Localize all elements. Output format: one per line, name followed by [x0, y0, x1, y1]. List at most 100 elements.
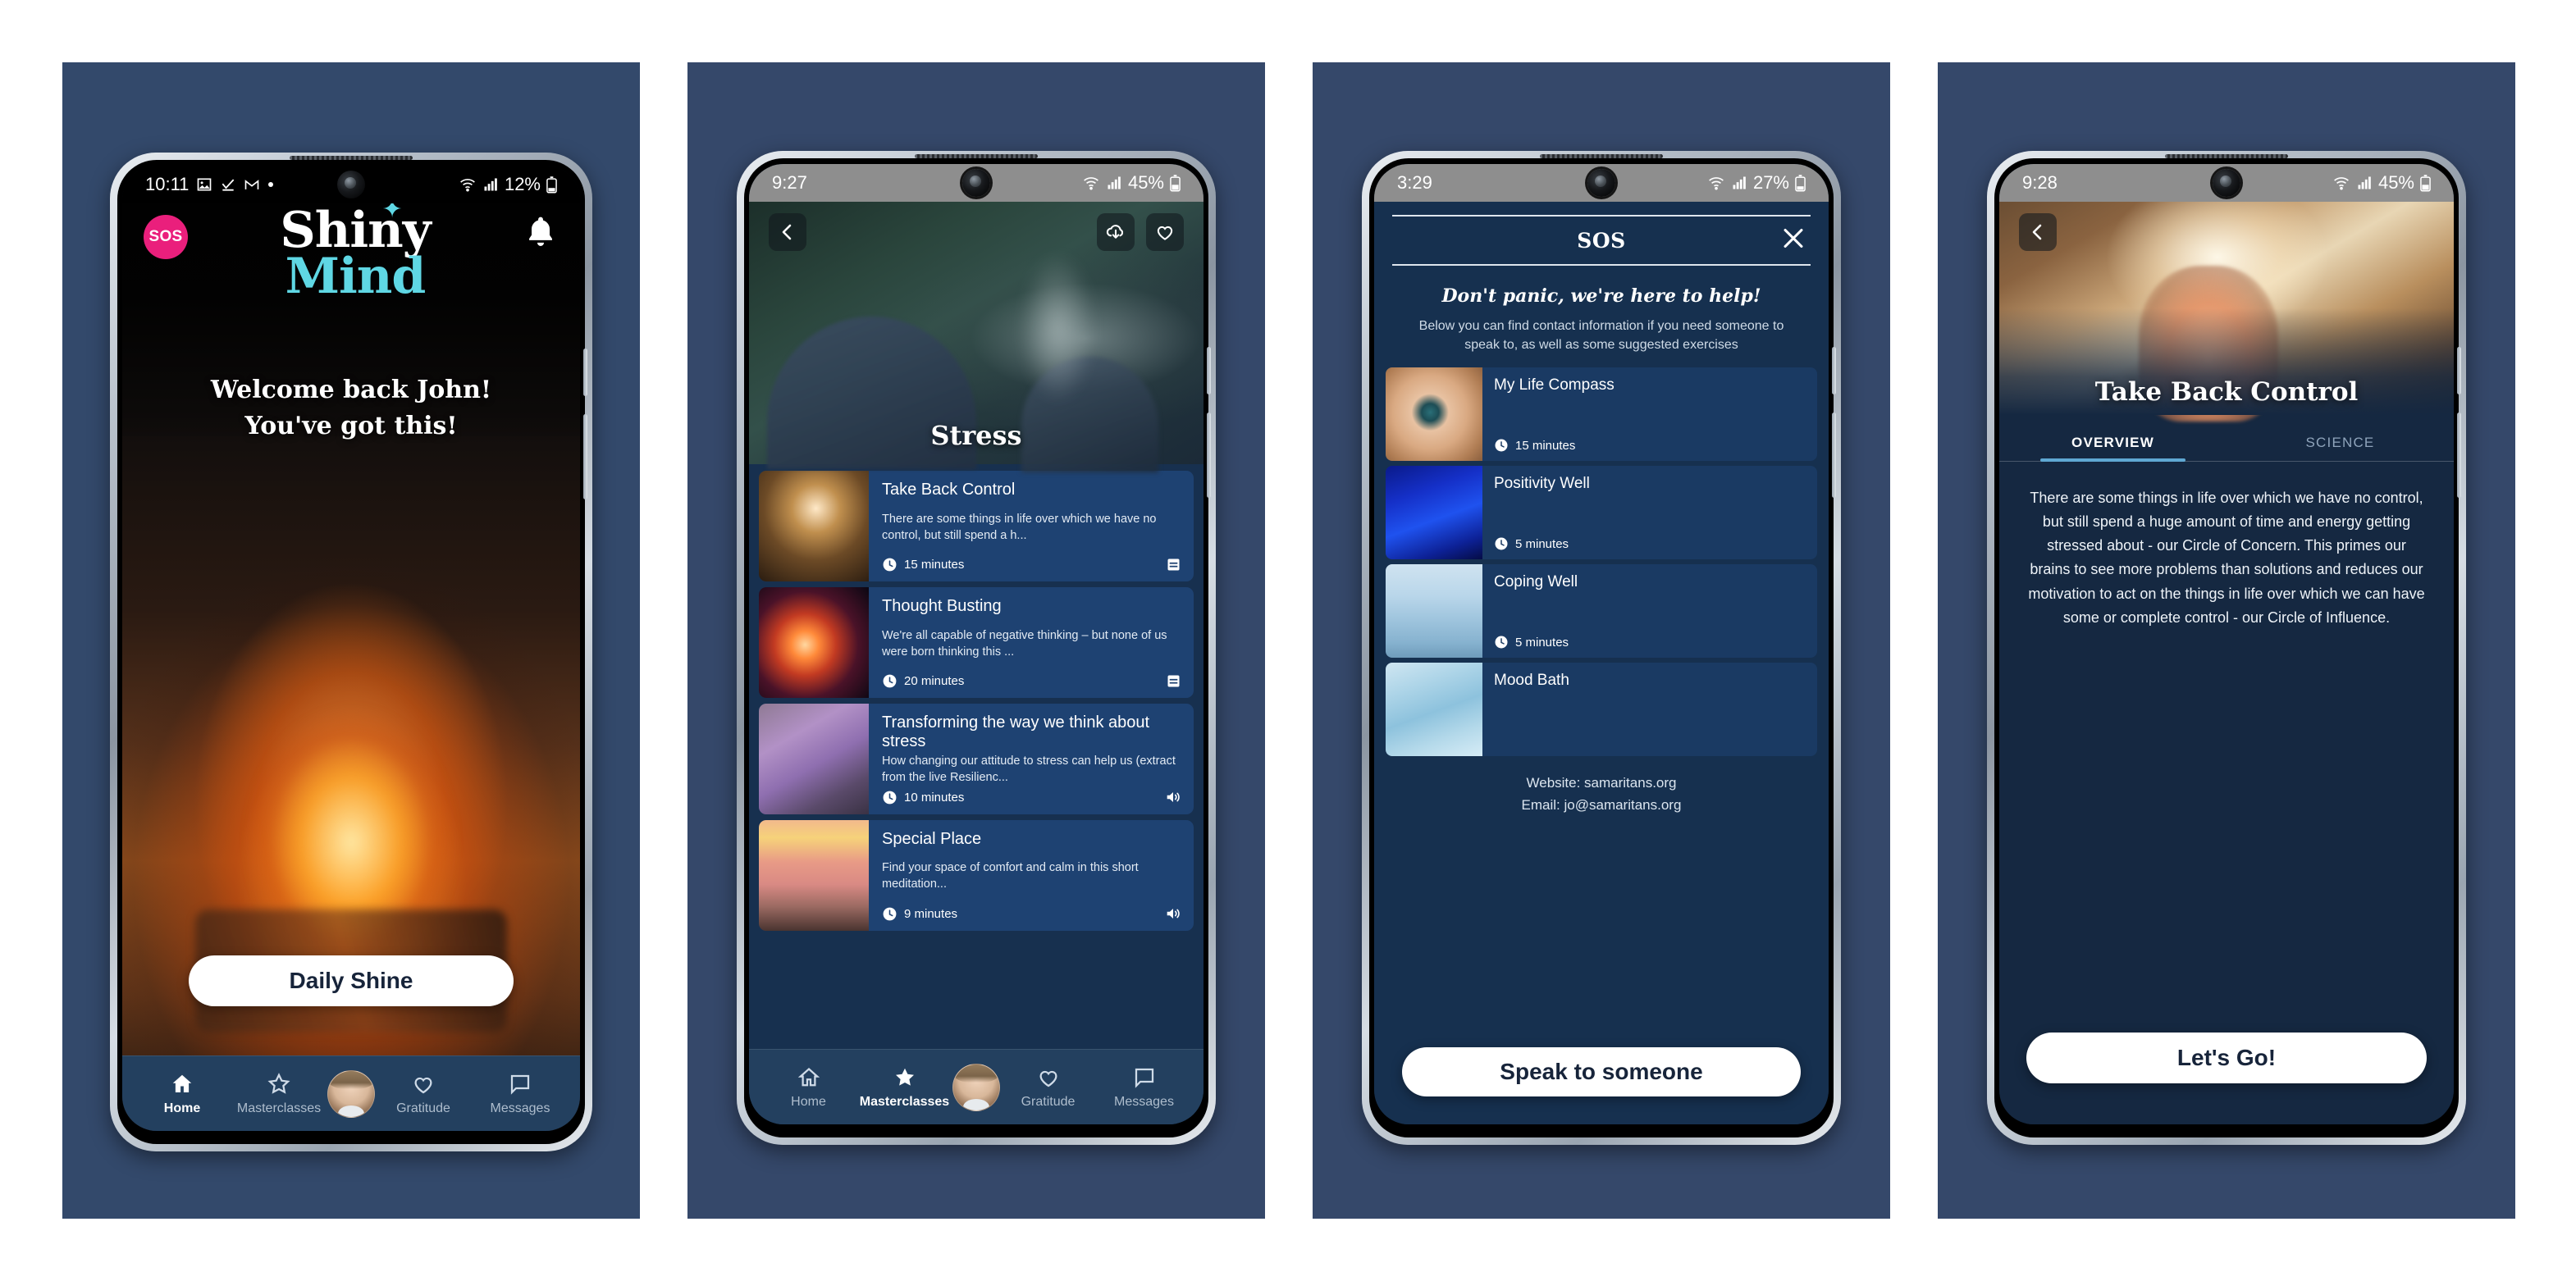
screen-masterclass-list: 9:27 45% Stress Take Back Control There … [749, 164, 1204, 1124]
screen-sos: 3:29 27% SOS Don't panic, we're here to … [1374, 164, 1829, 1124]
card-duration-label: 10 minutes [904, 790, 965, 805]
table-row[interactable]: Special Place Find your space of comfort… [759, 820, 1194, 931]
signal-icon [482, 176, 499, 193]
phone-frame-sos: 3:29 27% SOS Don't panic, we're here to … [1362, 151, 1841, 1145]
earpiece-speaker-icon [915, 154, 1038, 158]
sos-lead-text: Don't panic, we're here to help! [1441, 285, 1761, 307]
card-footer: 9 minutes [882, 905, 1182, 923]
status-left: 10:11 [145, 174, 274, 195]
sos-button[interactable]: SOS [144, 215, 188, 259]
nav-item-profile[interactable] [952, 1063, 1000, 1111]
clock-icon [1495, 537, 1508, 550]
detail-hero-image: Take Back Control [1999, 202, 2454, 422]
phone-bezel: 9:27 45% Stress Take Back Control There … [744, 154, 1211, 1137]
earpiece-speaker-icon [1540, 154, 1663, 158]
card-footer: 15 minutes [882, 556, 1182, 573]
nav-item-gratitude[interactable]: Gratitude [1000, 1065, 1096, 1110]
nav-item-messages[interactable]: Messages [1096, 1065, 1192, 1110]
phone-frame-home: 10:11 12% SOS ✦ Shiny Mind Welcome back … [110, 153, 592, 1151]
close-button[interactable] [1779, 225, 1807, 257]
panel-home: 10:11 12% SOS ✦ Shiny Mind Welcome back … [62, 62, 640, 1219]
tab-overview[interactable]: OVERVIEW [1999, 423, 2227, 462]
masterclass-card-list: Take Back Control There are some things … [749, 464, 1204, 1124]
status-time: 9:27 [772, 172, 807, 193]
battery-icon [1170, 174, 1181, 192]
nav-item-messages[interactable]: Messages [472, 1072, 569, 1116]
battery-icon [546, 176, 557, 194]
audio-icon [1167, 792, 1180, 802]
check-icon [220, 176, 236, 193]
nav-item-masterclasses[interactable]: Masterclasses [856, 1065, 952, 1110]
clock-icon [883, 907, 897, 920]
nav-item-gratitude[interactable]: Gratitude [375, 1072, 472, 1116]
gmail-icon [244, 176, 260, 193]
home-icon [797, 1067, 820, 1086]
back-button[interactable] [2019, 213, 2057, 251]
speak-to-someone-button[interactable]: Speak to someone [1402, 1047, 1801, 1096]
table-row[interactable]: Thought Busting We're all capable of neg… [759, 587, 1194, 698]
overview-body-text: There are some things in life over which… [2028, 490, 2425, 626]
earpiece-speaker-icon [2165, 154, 2288, 158]
card-description: There are some things in life over which… [882, 512, 1157, 542]
notification-bell-button[interactable] [523, 213, 559, 253]
card-duration: 9 minutes [882, 906, 957, 922]
hero-smoke [1021, 254, 1095, 402]
download-button[interactable] [1097, 213, 1135, 251]
nav-item-masterclasses[interactable]: Masterclasses [231, 1072, 327, 1116]
list-item[interactable]: Mood Bath [1386, 663, 1817, 757]
card-thumbnail [759, 704, 869, 814]
card-title: Thought Busting [882, 597, 1002, 615]
clock-icon [883, 791, 897, 804]
favourite-button[interactable] [1146, 213, 1184, 251]
status-right: 27% [1707, 172, 1806, 194]
nav-label-gratitude: Gratitude [396, 1101, 450, 1115]
card-title: Coping Well [1494, 573, 1578, 591]
card-duration: 5 minutes [1494, 536, 1806, 551]
card-thumbnail [759, 587, 869, 698]
bottom-nav-home: Home Masterclasses Gratitude Messages [122, 1055, 580, 1131]
star-icon [267, 1072, 290, 1094]
nav-label-gratitude: Gratitude [1021, 1094, 1076, 1109]
nav-label-masterclasses: Masterclasses [236, 1101, 322, 1115]
contact-website[interactable]: Website: samaritans.org [1374, 773, 1829, 794]
list-item[interactable]: My Life Compass 15 minutes [1386, 367, 1817, 462]
battery-icon [1795, 174, 1806, 192]
clock-icon [1495, 636, 1508, 649]
panel-sos: 3:29 27% SOS Don't panic, we're here to … [1313, 62, 1890, 1219]
sos-sub-text: Below you can find contact information i… [1418, 319, 1784, 353]
card-duration-label: 15 minutes [904, 558, 965, 572]
list-item[interactable]: Coping Well 5 minutes [1386, 564, 1817, 659]
front-camera-icon [2213, 169, 2240, 197]
back-button[interactable] [769, 213, 806, 251]
battery-icon [2420, 174, 2431, 192]
phone-screenshot-gallery: 10:11 12% SOS ✦ Shiny Mind Welcome back … [0, 0, 2576, 1219]
daily-shine-button[interactable]: Daily Shine [189, 955, 514, 1006]
table-row[interactable]: Transforming the way we think about stre… [759, 704, 1194, 814]
nav-item-profile[interactable] [327, 1069, 375, 1118]
tab-science[interactable]: SCIENCE [2227, 423, 2454, 461]
card-thumbnail [1386, 367, 1482, 462]
heart-icon [414, 1077, 432, 1093]
front-camera-icon [1587, 169, 1615, 197]
bottom-nav-masterclass: Home Masterclasses Gratitude Messages [749, 1049, 1204, 1124]
star-icon [895, 1068, 914, 1086]
card-title: Positivity Well [1494, 475, 1590, 493]
list-item[interactable]: Positivity Well 5 minutes [1386, 466, 1817, 560]
nav-label-masterclasses: Masterclasses [859, 1094, 950, 1109]
status-time: 3:29 [1397, 172, 1432, 193]
contact-info: Website: samaritans.org Email: jo@samari… [1374, 773, 1829, 816]
lets-go-button[interactable]: Let's Go! [2026, 1033, 2427, 1083]
card-description: How changing our attitude to stress can … [882, 754, 1176, 784]
status-bar-sos: 3:29 27% [1374, 164, 1829, 202]
wifi-icon [1082, 175, 1100, 191]
table-row[interactable]: Take Back Control There are some things … [759, 471, 1194, 581]
home-icon [172, 1074, 192, 1092]
nav-item-home[interactable]: Home [760, 1065, 856, 1110]
sos-exercise-list: My Life Compass 15 minutes Positivity We… [1374, 367, 1829, 757]
front-camera-icon [337, 171, 365, 198]
card-body: My Life Compass 15 minutes [1482, 367, 1817, 461]
contact-email[interactable]: Email: jo@samaritans.org [1374, 795, 1829, 816]
heart-icon [1039, 1070, 1057, 1087]
clock-icon [883, 674, 897, 688]
nav-item-home[interactable]: Home [134, 1072, 231, 1116]
